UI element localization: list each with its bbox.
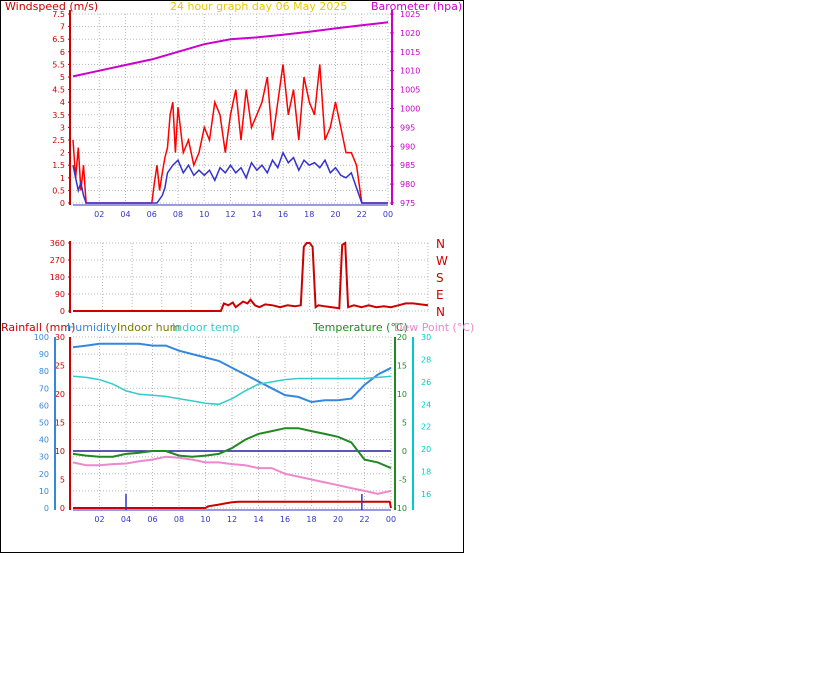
wind-x-tick-label: 08 (173, 210, 183, 219)
wind-x-tick-label: 20 (330, 210, 340, 219)
direction-tick-label: 270 (50, 256, 65, 265)
dew-tick-label: 28 (421, 355, 431, 364)
direction-tick-label: 180 (50, 273, 65, 282)
wind-tick-label: 7.5 (52, 10, 65, 19)
direction-tick-label: 90 (55, 290, 65, 299)
temp-x-tick-label: 08 (174, 515, 184, 524)
temp-x-tick-label: 00 (386, 515, 396, 524)
compass-label: N (436, 237, 445, 251)
wind-x-tick-label: 10 (199, 210, 209, 219)
rain-tick-label: 5 (60, 476, 65, 485)
direction-tick-label: 0 (60, 307, 65, 316)
barometer-tick-label: 1015 (400, 48, 420, 57)
wind-tick-label: 2 (60, 149, 65, 158)
wind-tick-label: 1 (60, 174, 65, 183)
temp-tick-label: 0 (402, 447, 407, 456)
temp-x-tick-label: 16 (280, 515, 290, 524)
dew-tick-label: 24 (421, 400, 431, 409)
temp-x-tick-label: 12 (227, 515, 237, 524)
temp-x-tick-label: 20 (333, 515, 343, 524)
wind-tick-label: 5.5 (52, 60, 65, 69)
barometer-tick-label: 1020 (400, 29, 420, 38)
indoor-hum-title: Indoor hum (117, 321, 180, 334)
wind-tick-label: 1.5 (52, 161, 65, 170)
wind-x-tick-label: 06 (147, 210, 157, 219)
rain-tick-label: 10 (55, 447, 65, 456)
wind-tick-label: 6.5 (52, 35, 65, 44)
barometer-tick-label: 1010 (400, 67, 420, 76)
barometer-tick-label: 980 (400, 180, 415, 189)
temp-x-tick-label: 22 (359, 515, 369, 524)
compass-label: W (436, 254, 448, 268)
humidity-tick-label: 10 (39, 487, 49, 496)
humidity-tick-label: 20 (39, 470, 49, 479)
humidity-tick-label: 50 (39, 419, 49, 428)
dew-tick-label: 16 (421, 490, 431, 499)
wind-x-tick-label: 18 (304, 210, 314, 219)
dew-tick-label: 18 (421, 468, 431, 477)
dew-tick-label: 20 (421, 445, 431, 454)
wind-x-tick-label: 02 (94, 210, 104, 219)
wind-tick-label: 3 (60, 123, 65, 132)
dew-tick-label: 26 (421, 378, 431, 387)
temp-tick-label: 15 (397, 362, 407, 371)
wind-tick-label: 4 (60, 98, 65, 107)
compass-label: S (436, 271, 444, 285)
rain-tick-label: 20 (55, 390, 65, 399)
temp-tick-label: 5 (402, 419, 407, 428)
wind-tick-label: 2.5 (52, 136, 65, 145)
humidity-tick-label: 30 (39, 453, 49, 462)
compass-label: N (436, 305, 445, 319)
barometer-tick-label: 985 (400, 161, 415, 170)
barometer-tick-label: 1005 (400, 86, 420, 95)
wind-x-tick-label: 22 (357, 210, 367, 219)
temp-tick-label: -5 (399, 476, 407, 485)
humidity-tick-label: 70 (39, 384, 49, 393)
temp-x-tick-label: 10 (200, 515, 210, 524)
humidity-axis-title: Humidity (67, 321, 117, 334)
barometer-tick-label: 1025 (400, 10, 420, 19)
dew-tick-label: 22 (421, 423, 431, 432)
direction-tick-label: 360 (50, 239, 65, 248)
barometer-tick-label: 975 (400, 199, 415, 208)
humidity-tick-label: 0 (44, 504, 49, 513)
wind-x-tick-label: 04 (120, 210, 130, 219)
wind-x-tick-label: 16 (278, 210, 288, 219)
temp-x-tick-label: 18 (306, 515, 316, 524)
wind-tick-label: 5 (60, 73, 65, 82)
wind-tick-label: 0 (60, 199, 65, 208)
wind-tick-label: 3.5 (52, 111, 65, 120)
barometer-tick-label: 995 (400, 123, 415, 132)
humidity-tick-label: 100 (34, 333, 49, 342)
wind-tick-label: 6 (60, 48, 65, 57)
humidity-tick-label: 40 (39, 436, 49, 445)
compass-label: E (436, 288, 444, 302)
chart-title: 24 hour graph day 06 May 2025 (170, 0, 347, 13)
rain-tick-label: 15 (55, 419, 65, 428)
wind-tick-label: 7 (60, 23, 65, 32)
temp-x-tick-label: 02 (94, 515, 104, 524)
wind-x-tick-label: 00 (383, 210, 393, 219)
humidity-tick-label: 80 (39, 367, 49, 376)
dew-tick-label: 30 (421, 333, 431, 342)
temp-x-tick-label: 06 (147, 515, 157, 524)
rain-tick-label: 25 (55, 362, 65, 371)
humidity-tick-label: 90 (39, 350, 49, 359)
wind-tick-label: 4.5 (52, 86, 65, 95)
barometer-tick-label: 990 (400, 142, 415, 151)
wind-tick-label: 0.5 (52, 186, 65, 195)
barometer-tick-label: 1000 (400, 105, 420, 114)
temp-tick-label: 10 (397, 390, 407, 399)
temp-x-tick-label: 04 (121, 515, 131, 524)
temp-tick-label: 20 (397, 333, 407, 342)
temp-x-tick-label: 14 (253, 515, 263, 524)
wind-x-tick-label: 14 (252, 210, 262, 219)
humidity-tick-label: 60 (39, 401, 49, 410)
rain-tick-label: 30 (55, 333, 65, 342)
rain-tick-label: 0 (60, 504, 65, 513)
indoor-temp-title: Indoor temp (172, 321, 239, 334)
weather-graph: Windspeed (m/s) 24 hour graph day 06 May… (1, 0, 474, 524)
wind-x-tick-label: 12 (225, 210, 235, 219)
